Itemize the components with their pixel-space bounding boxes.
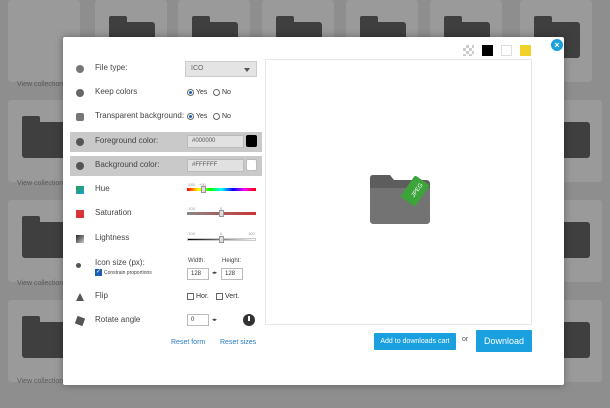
saturation-icon — [76, 210, 84, 218]
transparent-bg-label: Transparent background: — [95, 111, 185, 120]
rotate-dial-icon[interactable] — [243, 314, 255, 326]
width-label: Width: — [188, 258, 206, 264]
file-type-value: ICO — [191, 65, 204, 72]
black-swatch[interactable] — [482, 45, 493, 56]
flip-vertical-checkbox[interactable] — [216, 293, 223, 300]
reset-sizes-link[interactable]: Reset sizes — [220, 339, 256, 346]
yellow-swatch[interactable] — [520, 45, 531, 56]
white-swatch[interactable] — [501, 45, 512, 56]
rotate-stepper-icon[interactable]: ◂▸ — [212, 317, 217, 323]
transparent-bg-yes-label: Yes — [196, 113, 208, 120]
hue-min-label: -180 — [187, 182, 196, 187]
lightness-icon — [76, 235, 84, 243]
rotate-row: Rotate angle — [70, 311, 262, 331]
background-color-input[interactable]: #FFFFFF — [187, 159, 244, 172]
lightness-min-label: -100 — [187, 231, 196, 236]
transparent-bg-row: Transparent background: — [70, 107, 262, 127]
flip-icon — [76, 293, 84, 301]
rotate-angle-input[interactable]: 0 — [187, 314, 209, 326]
link-proportions-icon[interactable]: ◂▸ — [212, 270, 217, 276]
foreground-color-swatch[interactable] — [246, 135, 257, 147]
download-button[interactable]: Download — [476, 330, 532, 352]
reset-form-link[interactable]: Reset form — [171, 339, 205, 346]
keep-colors-no-radio[interactable] — [213, 89, 220, 96]
lightness-label: Lightness — [95, 233, 130, 242]
hue-slider-handle[interactable] — [201, 186, 207, 193]
transparency-icon — [76, 113, 84, 121]
hue-label: Hue — [95, 184, 110, 193]
constrain-proportions-checkbox[interactable] — [95, 268, 102, 276]
hue-icon — [76, 186, 84, 194]
chevron-down-icon — [244, 68, 250, 72]
constrain-proportions-label: Constrain proportions — [104, 270, 152, 276]
icon-size-label: Icon size (px): — [95, 258, 145, 267]
brush-icon — [76, 138, 84, 146]
saturation-label: Saturation — [95, 208, 132, 217]
rotate-icon — [74, 315, 86, 327]
saturation-min-label: -100 — [187, 206, 196, 211]
view-collection-link[interactable]: View collection — [17, 81, 63, 88]
add-to-downloads-cart-button[interactable]: Add to downloads cart — [374, 333, 456, 350]
rotate-label: Rotate angle — [95, 315, 141, 324]
icon-preview-area: JPEG — [265, 59, 532, 325]
background-color-swatch[interactable] — [246, 159, 257, 171]
resize-icon — [76, 263, 81, 268]
close-button[interactable]: × — [550, 38, 564, 52]
keep-colors-row: Keep colors — [70, 83, 262, 103]
saturation-slider-handle[interactable] — [218, 210, 224, 217]
view-collection-link[interactable]: View collection — [17, 180, 63, 187]
foreground-color-input[interactable]: #000000 — [187, 135, 244, 148]
foreground-color-label: Foreground color: — [95, 136, 159, 145]
folder-jpeg-preview-icon: JPEG — [370, 175, 430, 224]
view-collection-link[interactable]: View collection — [17, 280, 63, 287]
brush-icon — [76, 162, 84, 170]
lightness-max-label: 100 — [248, 231, 255, 236]
transparent-bg-no-label: No — [222, 113, 231, 120]
flip-label: Flip — [95, 291, 108, 300]
view-collection-link[interactable]: View collection — [17, 378, 63, 385]
file-type-select[interactable]: ICO — [185, 61, 257, 77]
height-input[interactable]: 128 — [221, 268, 243, 280]
file-type-icon — [76, 65, 84, 73]
keep-colors-label: Keep colors — [95, 87, 138, 96]
transparent-bg-yes-radio[interactable] — [187, 113, 194, 120]
lightness-slider-handle[interactable] — [218, 236, 224, 243]
height-label: Height: — [222, 258, 242, 264]
keep-colors-yes-radio[interactable] — [187, 89, 194, 96]
flip-horizontal-label: Hor. — [196, 293, 209, 300]
hue-slider[interactable] — [187, 188, 256, 191]
palette-icon — [76, 89, 84, 97]
flip-vertical-label: Vert. — [225, 293, 240, 300]
keep-colors-yes-label: Yes — [196, 89, 208, 96]
flip-horizontal-checkbox[interactable] — [187, 293, 194, 300]
background-color-label: Background color: — [95, 160, 160, 169]
width-input[interactable]: 128 — [187, 268, 209, 280]
transparent-swatch[interactable] — [463, 45, 474, 56]
or-separator: or — [462, 336, 469, 343]
file-type-label: File type: — [95, 63, 128, 72]
transparent-bg-no-radio[interactable] — [213, 113, 220, 120]
keep-colors-no-label: No — [222, 89, 231, 96]
